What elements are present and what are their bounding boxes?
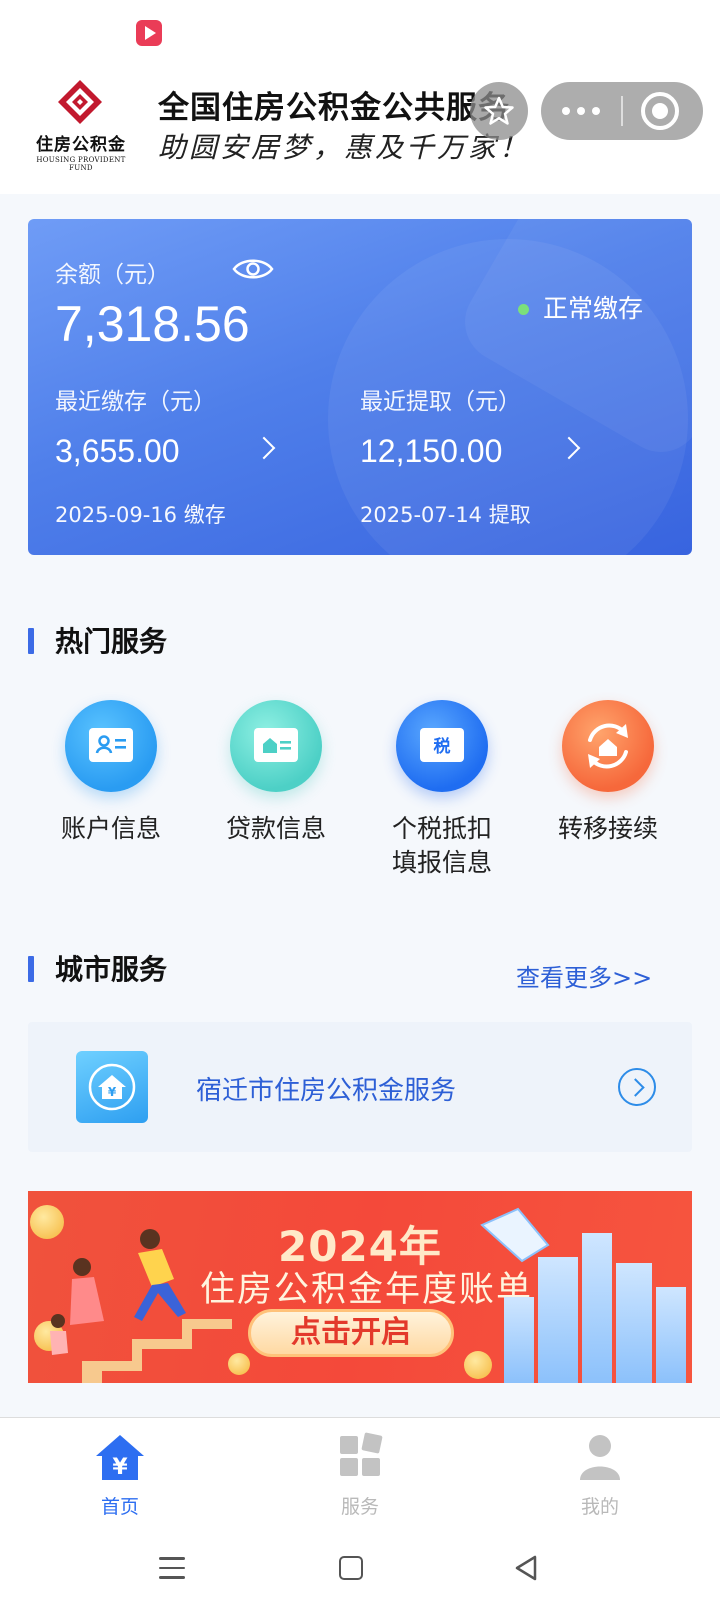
tab-services[interactable]: 服务 <box>300 1432 420 1519</box>
building-graphic <box>616 1263 652 1383</box>
service-label: 账户信息 <box>60 814 161 843</box>
svg-text:¥: ¥ <box>108 1085 117 1099</box>
housing-fund-logo: 住房公积金 HOUSING PROVIDENT FUND <box>28 76 134 172</box>
city-service-item[interactable]: ¥ 宿迁市住房公积金服务 <box>28 1022 692 1152</box>
service-account-info[interactable]: 账户信息 <box>31 700 191 846</box>
transfer-icon <box>562 700 654 792</box>
transfer-cycle-icon <box>588 723 628 769</box>
grid-icon <box>340 1432 383 1476</box>
chevron-right-icon[interactable] <box>252 436 276 460</box>
service-label: 转移接续 <box>557 814 658 843</box>
building-graphic <box>656 1287 686 1383</box>
section-accent-bar <box>28 956 34 982</box>
user-icon <box>580 1435 620 1480</box>
tab-label: 服务 <box>340 1496 379 1518</box>
recent-deposit-value[interactable]: 3,655.00 <box>55 433 180 470</box>
bottom-tab-bar: ¥ 首页 服务 我的 <box>0 1417 720 1529</box>
coin-icon <box>464 1351 492 1379</box>
service-label-line2: 填报信息 <box>391 848 492 877</box>
balance-card: 余额（元） 7,318.56 正常缴存 最近缴存（元） 3,655.00 202… <box>28 219 692 555</box>
banner-title: 住房公积金年度账单 <box>200 1270 534 1310</box>
tab-label: 首页 <box>100 1496 139 1518</box>
favorite-button[interactable] <box>470 82 528 140</box>
house-yen-icon: ¥ <box>88 1063 136 1111</box>
capsule-divider <box>621 96 623 126</box>
app-page: 住房公积金 HOUSING PROVIDENT FUND 全国住房公积金公共服务… <box>0 0 720 1612</box>
home-square-icon[interactable] <box>339 1556 363 1580</box>
house-card-icon <box>263 738 291 753</box>
tab-mine[interactable]: 我的 <box>540 1432 660 1519</box>
page-title: 全国住房公积金公共服务 <box>158 90 510 126</box>
building-graphic <box>538 1257 578 1383</box>
status-bar <box>0 0 720 64</box>
tab-label: 我的 <box>580 1496 619 1518</box>
account-card-icon <box>65 700 157 792</box>
more-dot-icon <box>577 107 585 115</box>
section-accent-bar <box>28 628 34 654</box>
logo-text: 住房公积金 <box>36 135 126 155</box>
deposit-status: 正常缴存 <box>543 294 644 323</box>
section-title: 城市服务 <box>55 953 168 986</box>
more-dot-icon <box>592 107 600 115</box>
app-header: 住房公积金 HOUSING PROVIDENT FUND 全国住房公积金公共服务… <box>0 64 720 194</box>
building-graphic <box>582 1233 612 1383</box>
more-dot-icon <box>562 107 570 115</box>
header-slogan: 助圆安居梦，惠及千万家！ <box>158 131 531 164</box>
logo-subtext: HOUSING PROVIDENT FUND <box>36 156 126 172</box>
balance-value: 7,318.56 <box>55 296 250 352</box>
eye-icon[interactable] <box>232 255 274 283</box>
recent-withdraw-label: 最近提取（元） <box>360 389 521 415</box>
recent-deposit-date: 2025-09-16 缴存 <box>55 503 226 527</box>
section-title: 热门服务 <box>55 625 168 658</box>
recent-deposit-label: 最近缴存（元） <box>55 389 216 415</box>
building-graphic <box>504 1297 534 1383</box>
service-label: 贷款信息 <box>225 814 326 843</box>
more-menu-button[interactable] <box>541 82 621 140</box>
svg-text:¥: ¥ <box>112 1455 128 1480</box>
loan-card-icon <box>230 700 322 792</box>
service-tax-deduction[interactable]: 税 个税抵扣 填报信息 <box>362 700 522 880</box>
service-transfer[interactable]: 转移接续 <box>528 700 688 846</box>
tab-home[interactable]: ¥ 首页 <box>60 1432 180 1519</box>
back-triangle-icon[interactable] <box>513 1554 539 1582</box>
miniprogram-capsule <box>541 82 703 140</box>
tax-card-icon: 税 <box>396 700 488 792</box>
status-dot-icon <box>518 304 529 315</box>
close-miniprogram-button[interactable] <box>641 92 679 130</box>
recent-withdraw-value[interactable]: 12,150.00 <box>360 433 502 470</box>
recent-apps-icon[interactable] <box>159 1557 185 1579</box>
balance-label: 余额（元） <box>55 262 170 288</box>
logo-emblem-icon <box>58 80 102 124</box>
chevron-right-circle-icon[interactable] <box>618 1068 656 1106</box>
video-app-icon <box>136 20 162 46</box>
view-more-link[interactable]: 查看更多>> <box>516 958 652 993</box>
annual-bill-banner[interactable]: 2024年 住房公积金年度账单 点击开启 <box>28 1191 692 1383</box>
person-card-icon <box>95 735 126 754</box>
system-nav-bar <box>0 1529 720 1612</box>
recent-withdraw-date: 2025-07-14 提取 <box>360 503 531 527</box>
housing-fund-service-icon: ¥ <box>76 1051 148 1123</box>
tax-glyph: 税 <box>433 737 451 757</box>
service-label-line1: 个税抵扣 <box>391 814 492 843</box>
open-bill-button[interactable]: 点击开启 <box>248 1309 454 1357</box>
paper-plane-icon <box>480 1207 550 1263</box>
home-yen-icon: ¥ <box>96 1435 144 1480</box>
city-service-label: 宿迁市住房公积金服务 <box>196 1076 457 1106</box>
star-icon <box>484 96 514 125</box>
service-loan-info[interactable]: 贷款信息 <box>196 700 356 846</box>
